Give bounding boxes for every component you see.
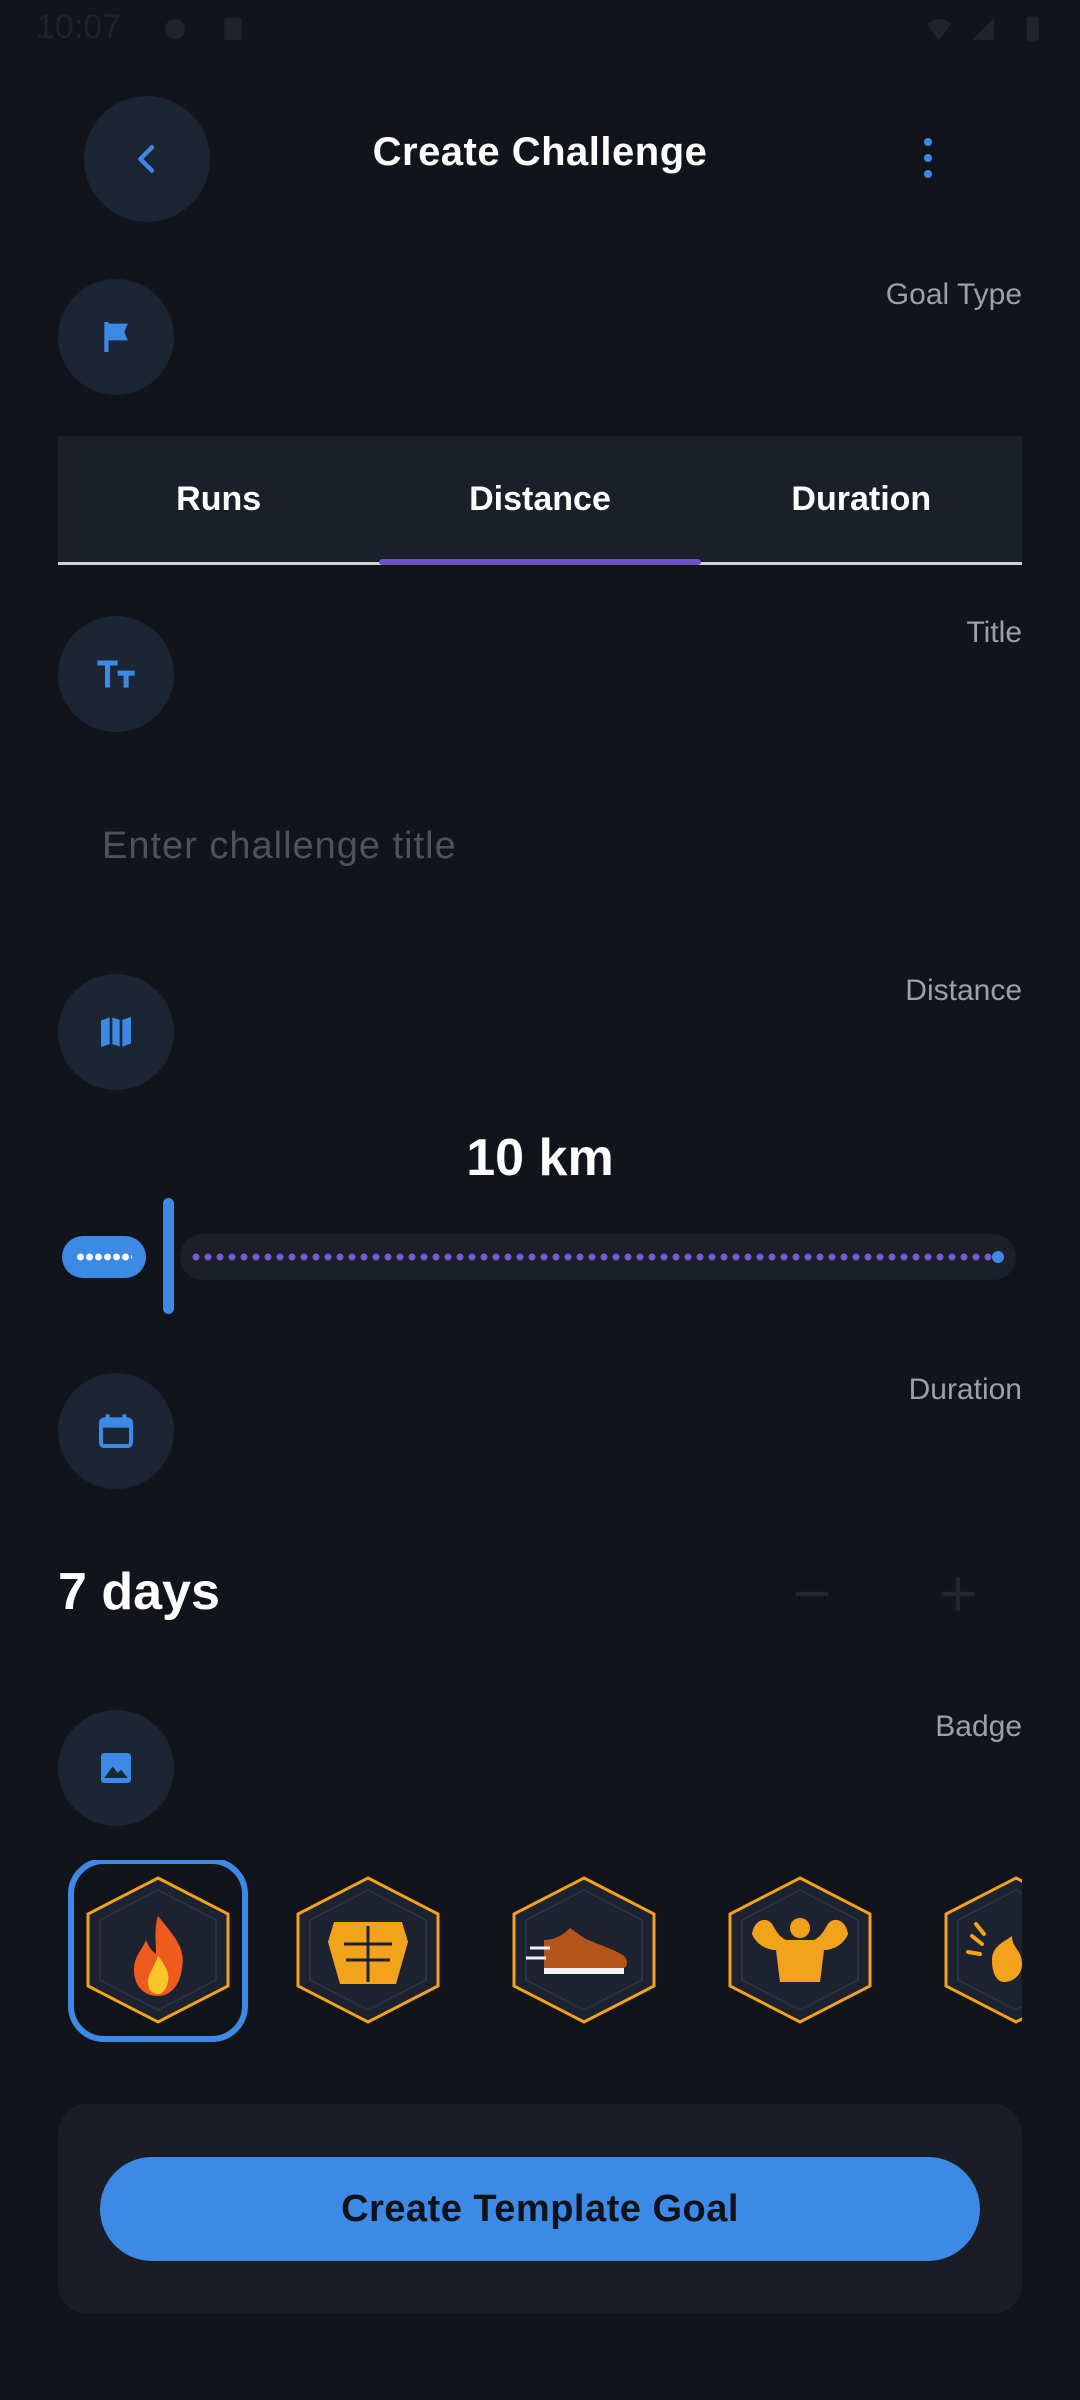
- tab-runs[interactable]: Runs: [58, 436, 379, 562]
- create-template-goal-button[interactable]: Create Template Goal: [100, 2157, 980, 2261]
- shoe-badge-icon: [512, 1876, 656, 2024]
- duration-label: Duration: [908, 1373, 1022, 1406]
- minus-icon: [795, 1591, 829, 1597]
- badge-carousel: [58, 1860, 1022, 2060]
- goal-type-icon-circle: [58, 279, 174, 395]
- badge-icon-circle: [58, 1710, 174, 1826]
- sim-status-icon: [224, 17, 242, 41]
- slider-ticks: [190, 1253, 994, 1261]
- wifi-status-icon: [926, 19, 952, 41]
- duration-icon-circle: [58, 1373, 174, 1489]
- title-label: Title: [966, 616, 1022, 649]
- duration-decrement-button[interactable]: [772, 1554, 852, 1634]
- slider-end-dot: [992, 1251, 1004, 1263]
- status-time: 10:07: [36, 8, 122, 46]
- more-options-button[interactable]: [900, 130, 956, 186]
- flame-badge-icon: [86, 1876, 230, 2024]
- badge-option-abs[interactable]: [284, 1864, 464, 2048]
- fire-badge-icon: [944, 1876, 1022, 2024]
- signal-status-icon: [971, 17, 995, 41]
- more-vert-icon: [924, 138, 932, 178]
- distance-value: 10 km: [466, 1129, 614, 1187]
- badge-option-fire[interactable]: [932, 1864, 1022, 2048]
- badge-option-flame[interactable]: [68, 1860, 248, 2042]
- duration-increment-button[interactable]: [918, 1554, 998, 1634]
- text-fields-icon: [97, 660, 135, 688]
- settings-status-icon: [165, 19, 185, 39]
- abs-badge-icon: [296, 1876, 440, 2024]
- title-icon-circle: [58, 616, 174, 732]
- badge-label: Badge: [935, 1710, 1022, 1743]
- distance-icon-circle: [58, 974, 174, 1090]
- distance-label: Distance: [905, 974, 1022, 1007]
- goal-type-label: Goal Type: [885, 278, 1022, 311]
- flex-badge-icon: [728, 1876, 872, 2024]
- tab-duration[interactable]: Duration: [701, 436, 1022, 562]
- badge-option-shoe[interactable]: [500, 1864, 680, 2048]
- image-icon: [101, 1753, 131, 1783]
- title-input[interactable]: [100, 815, 984, 877]
- distance-slider-handle[interactable]: [163, 1198, 174, 1314]
- slider-active-segment[interactable]: [62, 1236, 146, 1278]
- duration-value: 7 days: [58, 1563, 220, 1621]
- flag-icon: [104, 322, 128, 352]
- goal-type-tabs: Runs Distance Duration: [58, 436, 1022, 565]
- plus-icon: [941, 1577, 975, 1611]
- tab-distance[interactable]: Distance: [379, 436, 701, 565]
- map-icon: [101, 1017, 131, 1047]
- calendar-icon: [99, 1414, 133, 1448]
- badge-option-flex[interactable]: [716, 1864, 896, 2048]
- battery-status-icon: [1026, 16, 1040, 42]
